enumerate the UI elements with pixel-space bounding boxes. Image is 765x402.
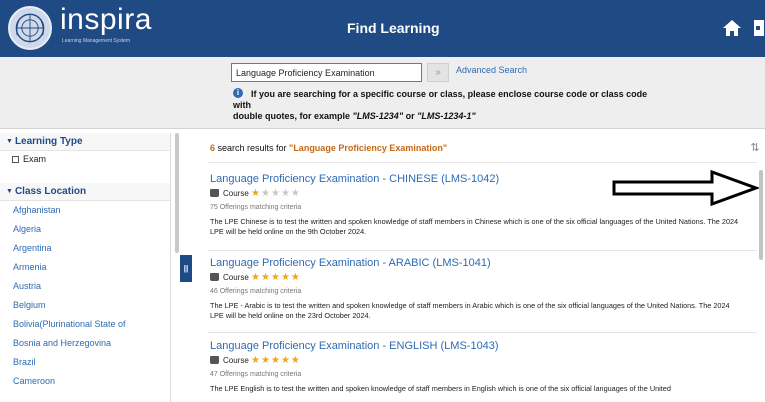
brand-logo-text: inspira bbox=[60, 3, 152, 36]
star-empty-icon: ★ bbox=[261, 188, 271, 199]
star-filled-icon: ★ bbox=[270, 272, 281, 283]
hint-or: or bbox=[403, 111, 418, 121]
star-filled-icon: ★ bbox=[261, 272, 271, 283]
search-panel: » Advanced Search i If you are searching… bbox=[0, 57, 765, 129]
star-filled-icon: ★ bbox=[261, 355, 271, 366]
page-title: Find Learning bbox=[347, 20, 440, 36]
result-card: Language Proficiency Examination - ENGLI… bbox=[210, 340, 755, 394]
course-icon bbox=[210, 356, 219, 364]
result-title-link[interactable]: Language Proficiency Examination - ENGLI… bbox=[210, 340, 755, 352]
course-icon bbox=[210, 273, 219, 281]
hint-prefix: double quotes, for example bbox=[233, 111, 353, 121]
un-emblem-icon bbox=[8, 6, 52, 50]
rating-stars: ★★★★★ bbox=[251, 188, 301, 199]
results-summary: 6 search results for "Language Proficien… bbox=[210, 143, 447, 153]
star-filled-icon: ★ bbox=[270, 355, 281, 366]
filter-sidebar: ▼ Learning Type Exam ▼ Class Location Afgh… bbox=[0, 133, 171, 402]
star-filled-icon: ★ bbox=[251, 272, 261, 283]
location-item[interactable]: Cameroon bbox=[0, 372, 170, 391]
divider bbox=[208, 162, 757, 163]
results-summary-text: search results for bbox=[215, 143, 290, 153]
divider bbox=[208, 250, 757, 251]
result-description: The LPE - Arabic is to test the written … bbox=[210, 301, 730, 320]
location-item[interactable]: Belgium bbox=[0, 296, 170, 315]
facet-learning-type-header[interactable]: ▼ Learning Type bbox=[0, 133, 170, 151]
search-input[interactable] bbox=[231, 63, 422, 82]
app-header: inspira Learning Management System Find … bbox=[0, 0, 765, 57]
info-icon: i bbox=[233, 88, 243, 98]
star-empty-icon: ★ bbox=[270, 188, 281, 199]
result-card: Language Proficiency Examination - ARABI… bbox=[210, 257, 755, 320]
facet-class-location-header[interactable]: ▼ Class Location bbox=[0, 183, 170, 201]
search-hint-line1: If you are searching for a specific cour… bbox=[251, 89, 648, 99]
rating-stars: ★★★★★ bbox=[251, 355, 301, 366]
search-hint-line3: double quotes, for example "LMS-1234" or… bbox=[233, 111, 476, 121]
course-icon bbox=[210, 189, 219, 197]
star-filled-icon: ★ bbox=[290, 355, 301, 366]
search-hint-line2: with bbox=[233, 100, 251, 110]
star-filled-icon: ★ bbox=[290, 272, 301, 283]
collapse-triangle-icon: ▼ bbox=[6, 138, 13, 145]
result-title-link[interactable]: Language Proficiency Examination - ARABI… bbox=[210, 257, 755, 269]
facet-spacer bbox=[0, 167, 170, 183]
annotation-arrow bbox=[612, 170, 760, 206]
home-icon[interactable] bbox=[722, 18, 742, 38]
location-item[interactable]: Armenia bbox=[0, 258, 170, 277]
star-filled-icon: ★ bbox=[280, 272, 291, 283]
location-item[interactable]: Argentina bbox=[0, 239, 170, 258]
sort-icon[interactable]: ⇅ bbox=[749, 141, 761, 155]
result-type: Course ★★★★★ bbox=[210, 272, 755, 284]
location-item[interactable]: Bosnia and Herzegovina bbox=[0, 334, 170, 353]
result-offerings: 46 Offerings matching criteria bbox=[210, 288, 302, 295]
result-type-label: Course bbox=[223, 356, 249, 365]
advanced-search-link[interactable]: Advanced Search bbox=[456, 65, 527, 75]
exit-icon[interactable] bbox=[753, 18, 765, 38]
brand-subtitle: Learning Management System bbox=[62, 38, 131, 44]
collapse-panel-icon[interactable]: || bbox=[180, 255, 192, 282]
result-type-label: Course bbox=[223, 273, 249, 282]
results-scrollbar[interactable] bbox=[759, 170, 763, 260]
location-item[interactable]: Bolivia(Plurinational State of bbox=[0, 315, 170, 334]
result-offerings: 47 Offerings matching criteria bbox=[210, 371, 302, 378]
result-description: The LPE Chinese is to test the written a… bbox=[210, 217, 739, 236]
location-item[interactable]: Austria bbox=[0, 277, 170, 296]
star-empty-icon: ★ bbox=[290, 188, 301, 199]
hint-example-2: "LMS-1234-1" bbox=[417, 111, 476, 121]
divider bbox=[208, 332, 757, 333]
star-filled-icon: ★ bbox=[251, 188, 261, 199]
results-query: "Language Proficiency Examination" bbox=[289, 143, 448, 153]
facet-title: Learning Type bbox=[14, 136, 83, 147]
search-go-button[interactable]: » bbox=[427, 63, 449, 82]
hint-example-1: "LMS-1234" bbox=[352, 111, 404, 121]
star-filled-icon: ★ bbox=[280, 355, 291, 366]
location-item[interactable]: Afghanistan bbox=[0, 201, 170, 220]
location-item[interactable]: Brazil bbox=[0, 353, 170, 372]
checkbox-icon[interactable] bbox=[12, 156, 19, 163]
facet-option-label: Exam bbox=[23, 154, 47, 164]
result-description: The LPE English is to test the written a… bbox=[210, 384, 671, 393]
result-type: Course ★★★★★ bbox=[210, 355, 755, 367]
facet-option-exam[interactable]: Exam bbox=[0, 151, 170, 167]
rating-stars: ★★★★★ bbox=[251, 272, 301, 283]
result-type-label: Course bbox=[223, 189, 249, 198]
facet-title: Class Location bbox=[14, 186, 87, 197]
collapse-triangle-icon: ▼ bbox=[6, 188, 13, 195]
location-item[interactable]: Algeria bbox=[0, 220, 170, 239]
sidebar-scrollbar[interactable] bbox=[175, 133, 179, 253]
star-empty-icon: ★ bbox=[280, 188, 291, 199]
star-filled-icon: ★ bbox=[251, 355, 261, 366]
